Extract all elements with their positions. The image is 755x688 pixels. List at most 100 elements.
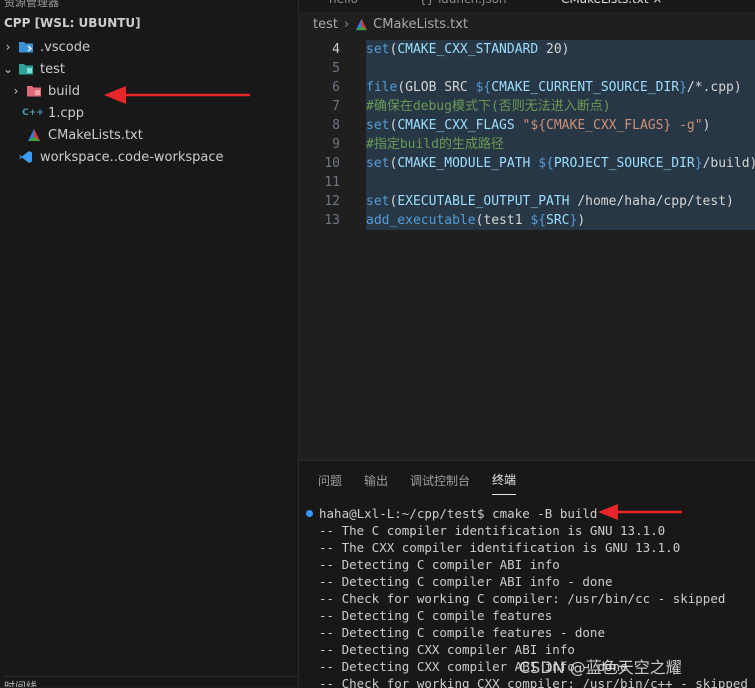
tree-item-cmakelists[interactable]: CMakeLists.txt bbox=[0, 124, 298, 146]
code-token: ${ bbox=[530, 213, 547, 228]
line-number: 13 bbox=[324, 213, 340, 228]
command-status-dot-icon bbox=[306, 510, 313, 517]
chevron-right-icon: › bbox=[343, 16, 350, 32]
folder-build-icon bbox=[26, 84, 42, 98]
timeline-section-title[interactable]: 时间线 bbox=[4, 676, 298, 687]
line-number: 8 bbox=[332, 118, 340, 133]
breadcrumb-file[interactable]: CMakeLists.txt bbox=[373, 17, 468, 32]
tab-terminal[interactable]: 终端 bbox=[492, 465, 517, 495]
line-text: #指定build的生成路径 bbox=[366, 135, 504, 154]
breadcrumb-folder[interactable]: test bbox=[313, 17, 338, 32]
tab-cmakelists[interactable]: CMakeLists.txt × bbox=[561, 0, 662, 12]
line-number: 10 bbox=[324, 156, 340, 171]
code-token: ) bbox=[702, 118, 711, 133]
tab-debug-console[interactable]: 调试控制台 bbox=[410, 466, 470, 495]
line-number: 6 bbox=[332, 80, 340, 95]
watermark-text: CSDN @蓝色天空之耀 bbox=[519, 658, 682, 677]
tree-item-label: 1.cpp bbox=[48, 105, 85, 121]
line-text: set(EXECUTABLE_OUTPUT_PATH /home/haha/cp… bbox=[366, 192, 734, 211]
tree-item-workspace[interactable]: workspace..code-workspace bbox=[0, 146, 298, 168]
line-number: 7 bbox=[332, 99, 340, 114]
code-token: set bbox=[366, 194, 390, 209]
code-token: CMAKE_CXX_STANDARD bbox=[397, 42, 539, 57]
line-text: file(GLOB SRC ${CMAKE_CURRENT_SOURCE_DIR… bbox=[366, 78, 742, 97]
terminal-output-line: -- Detecting C compile features - done bbox=[319, 625, 605, 640]
code-line[interactable]: 7 #确保在debug模式下(否则无法进入断点) bbox=[299, 97, 755, 116]
line-number: 12 bbox=[324, 194, 340, 209]
code-line[interactable]: 8 set(CMAKE_CXX_FLAGS "${CMAKE_CXX_FLAGS}… bbox=[299, 116, 755, 135]
code-token: set bbox=[366, 42, 390, 57]
code-token: CMAKE_MODULE_PATH bbox=[397, 156, 531, 171]
terminal-output-line: -- Check for working C compiler: /usr/bi… bbox=[319, 591, 726, 606]
code-token: "${CMAKE_CXX_FLAGS} -g" bbox=[522, 118, 703, 133]
folder-vscode-icon bbox=[18, 40, 34, 54]
chevron-down-icon: ⌄ bbox=[2, 62, 14, 76]
tab-hello[interactable]: hello bbox=[329, 0, 358, 12]
line-text: set(CMAKE_CXX_FLAGS "${CMAKE_CXX_FLAGS} … bbox=[366, 116, 710, 135]
code-line[interactable]: 12 set(EXECUTABLE_OUTPUT_PATH /home/haha/… bbox=[299, 192, 755, 211]
code-token: 20) bbox=[538, 42, 570, 57]
code-token: (test1 bbox=[475, 213, 531, 228]
code-token: EXECUTABLE_OUTPUT_PATH bbox=[397, 194, 570, 209]
terminal-output-line: -- Detecting C compile features bbox=[319, 608, 553, 623]
code-token: } bbox=[694, 156, 703, 171]
code-token: CMAKE_CURRENT_SOURCE_DIR bbox=[491, 80, 680, 95]
code-token: file bbox=[366, 80, 398, 95]
code-token: #指定build的生成路径 bbox=[366, 137, 504, 152]
tab-output[interactable]: 输出 bbox=[364, 466, 388, 495]
code-token: /build) bbox=[702, 156, 755, 171]
code-token: ) bbox=[577, 213, 586, 228]
code-line[interactable]: 5 bbox=[299, 59, 755, 78]
line-number: 4 bbox=[332, 42, 340, 57]
workspace-root-label[interactable]: CPP [WSL: UBUNTU] bbox=[4, 16, 141, 30]
breadcrumb: test › CMakeLists.txt bbox=[299, 13, 755, 35]
selection-highlight bbox=[366, 173, 755, 192]
folder-test-icon bbox=[18, 62, 34, 76]
code-token: } bbox=[679, 80, 687, 95]
tab-launch-json[interactable]: {} launch.json bbox=[419, 0, 507, 12]
cmake-file-icon bbox=[26, 128, 42, 142]
tree-item-build[interactable]: › build bbox=[0, 80, 298, 102]
code-editor: hello {} launch.json CMakeLists.txt × te… bbox=[299, 0, 755, 460]
line-text: set(CMAKE_CXX_STANDARD 20) bbox=[366, 40, 570, 59]
chevron-right-icon: › bbox=[13, 84, 19, 98]
explorer-sidebar: 资源管理器 CPP [WSL: UBUNTU] › .vscode ⌄ test… bbox=[0, 0, 299, 687]
tree-item-vscode[interactable]: › .vscode bbox=[0, 36, 298, 58]
terminal-command-line: haha@Lxl-L:~/cpp/test$ cmake -B build bbox=[319, 506, 598, 521]
code-token: /*.cpp) bbox=[686, 80, 742, 95]
code-token: ${ bbox=[475, 80, 492, 95]
code-token: ${ bbox=[538, 156, 554, 171]
code-token: (GLOB SRC bbox=[397, 80, 476, 95]
cmake-file-icon bbox=[355, 18, 368, 31]
code-line[interactable]: 13 add_executable(test1 ${SRC}) bbox=[299, 211, 755, 230]
tree-item-label: CMakeLists.txt bbox=[48, 127, 143, 143]
tree-item-1cpp[interactable]: C++ 1.cpp bbox=[0, 102, 298, 124]
code-line[interactable]: 10 set(CMAKE_MODULE_PATH ${PROJECT_SOURCE… bbox=[299, 154, 755, 173]
tree-item-test[interactable]: ⌄ test bbox=[0, 58, 298, 80]
tab-problems[interactable]: 问题 bbox=[318, 466, 342, 495]
terminal-output-line: -- Detecting C compiler ABI info - done bbox=[319, 574, 613, 589]
tree-item-label: test bbox=[40, 61, 65, 77]
vscode-workspace-icon bbox=[18, 150, 34, 164]
code-token: CMAKE_CXX_FLAGS bbox=[397, 118, 515, 133]
code-line[interactable]: 9 #指定build的生成路径 bbox=[299, 135, 755, 154]
terminal-output-line: -- The CXX compiler identification is GN… bbox=[319, 540, 681, 555]
code-token: set bbox=[366, 118, 390, 133]
code-line[interactable]: 4 set(CMAKE_CXX_STANDARD 20) bbox=[299, 40, 755, 59]
cpp-file-icon: C++ bbox=[22, 108, 44, 118]
code-token: #确保在debug模式下(否则无法进入断点) bbox=[366, 99, 611, 114]
tree-item-label: .vscode bbox=[40, 39, 90, 55]
code-line[interactable]: 6 file(GLOB SRC ${CMAKE_CURRENT_SOURCE_DI… bbox=[299, 78, 755, 97]
code-token: set bbox=[366, 156, 390, 171]
selection-highlight bbox=[366, 59, 755, 78]
line-text: add_executable(test1 ${SRC}) bbox=[366, 211, 585, 230]
code-line[interactable]: 11 bbox=[299, 173, 755, 192]
line-number: 5 bbox=[332, 61, 340, 76]
terminal-output-line: -- The C compiler identification is GNU … bbox=[319, 523, 666, 538]
line-text: #确保在debug模式下(否则无法进入断点) bbox=[366, 97, 611, 116]
code-token: /home/haha/cpp/test) bbox=[569, 194, 734, 209]
tree-item-label: workspace..code-workspace bbox=[40, 149, 224, 165]
editor-tab-bar: hello {} launch.json CMakeLists.txt × bbox=[299, 0, 755, 12]
line-number: 9 bbox=[332, 137, 340, 152]
